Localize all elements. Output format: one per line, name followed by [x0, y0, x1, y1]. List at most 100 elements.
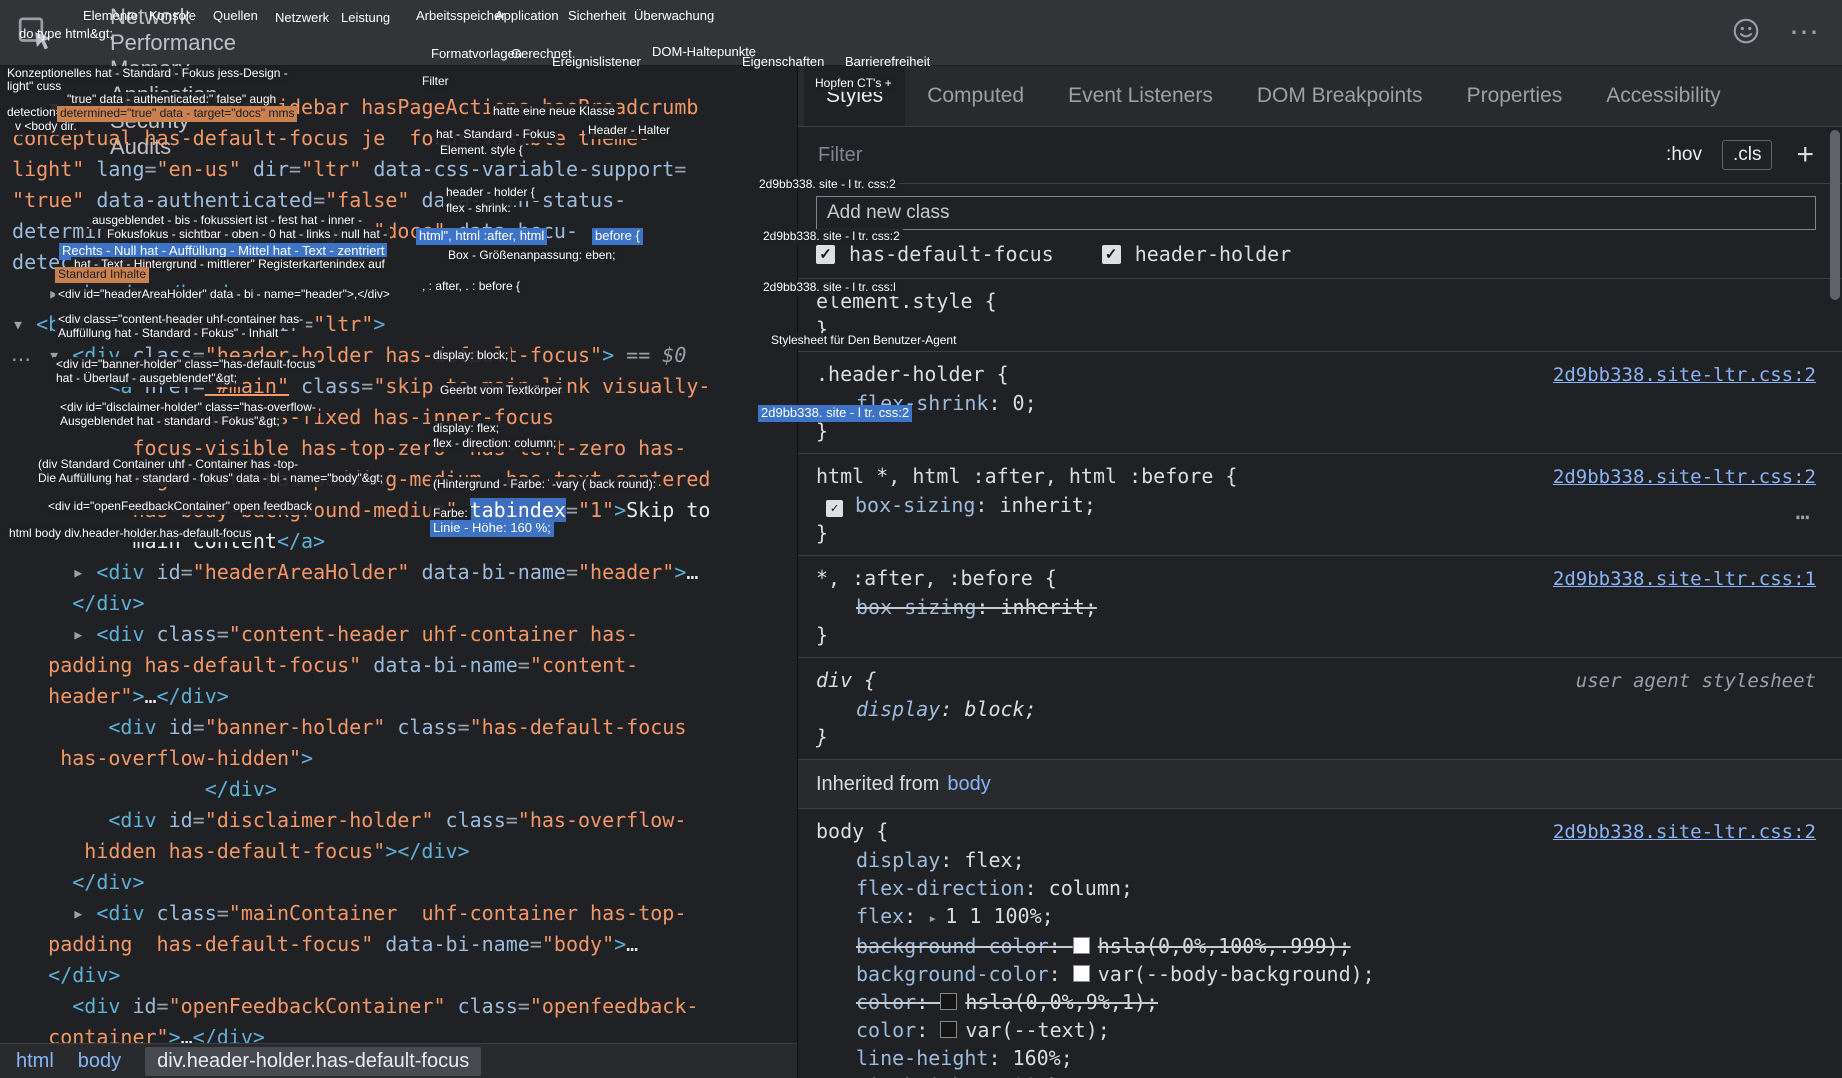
css-rule: div { user agent stylesheetdisplay: block…: [798, 658, 1842, 760]
css-property[interactable]: background-color: hsla(0,0%,100%,.999);: [798, 932, 1842, 960]
expand-value-icon[interactable]: ▸: [928, 909, 937, 927]
dom-tree-line[interactable]: <a href="#main" class="skip-to-main-link…: [0, 371, 797, 402]
css-selector[interactable]: div {: [816, 666, 876, 694]
dom-tree-line[interactable]: has-body-background-medium" tabindex="1"…: [0, 495, 797, 526]
rule-more-actions-icon[interactable]: ⋯: [1796, 505, 1812, 529]
dom-tree-line[interactable]: "true" data-authenticated="false" data-a…: [0, 185, 797, 216]
css-property[interactable]: flex: ▸1 1 100%;: [798, 902, 1842, 932]
css-property[interactable]: color: hsla(0,0%,9%,1);: [798, 988, 1842, 1016]
class-toggle-header-holder[interactable]: ✓ header-holder: [1102, 242, 1292, 266]
dom-tree-line[interactable]: right-zero has-padding-medium has-text-c…: [0, 464, 797, 495]
stylesheet-link[interactable]: 2d9bb338.site-ltr.css:2: [1553, 463, 1816, 491]
dom-tree-line[interactable]: conceptual has-default-focus je focus-vi…: [0, 123, 797, 154]
color-swatch[interactable]: [1073, 937, 1090, 954]
dom-tree-line[interactable]: ▸ <div class="mainContainer uhf-containe…: [0, 898, 797, 929]
css-rule-close-brace: }: [798, 519, 1842, 547]
tab-dom-breakpoints[interactable]: DOM Breakpoints: [1235, 66, 1445, 126]
dom-tree-line[interactable]: hidden has-default-focus"></div>: [0, 836, 797, 867]
css-property-name: color: [856, 1018, 916, 1042]
dom-tree-line[interactable]: ▸ <head>…</head>: [0, 278, 797, 309]
css-property[interactable]: box-sizing: inherit;: [798, 593, 1842, 621]
css-property[interactable]: color: var(--text);: [798, 1016, 1842, 1044]
stylesheet-link[interactable]: 2d9bb338.site-ltr.css:2: [1553, 361, 1816, 389]
add-new-class-input[interactable]: [816, 196, 1816, 230]
dom-tree-line[interactable]: ▾ <html class="hasSidebar hasPageActions…: [0, 92, 797, 123]
tab-styles[interactable]: Styles: [804, 66, 905, 126]
css-property-value: 100vh: [1001, 1074, 1061, 1078]
css-property[interactable]: display: flex;: [798, 846, 1842, 874]
tab-event-listeners[interactable]: Event Listeners: [1046, 66, 1235, 126]
css-selector[interactable]: .header-holder {: [816, 360, 1009, 388]
breadcrumb-item-html[interactable]: html: [16, 1050, 54, 1073]
css-property[interactable]: flex-direction: column;: [798, 874, 1842, 902]
toggle-element-state-button[interactable]: :hov: [1666, 144, 1702, 166]
dom-tree-line[interactable]: -focused is-fixed has-inner-focus: [0, 402, 797, 433]
dom-tree-line[interactable]: ▾ <body lang="en-us" dir="ltr">: [0, 309, 797, 340]
tab-computed[interactable]: Computed: [905, 66, 1046, 126]
dom-tree-line[interactable]: determined="true" data-target="docs" dat…: [0, 216, 797, 247]
checkbox-checked-icon[interactable]: ✓: [1102, 245, 1121, 264]
devtools-tab-network[interactable]: Network: [110, 4, 238, 30]
css-property[interactable]: min-height: 100vh;: [798, 1072, 1842, 1078]
css-property-value: var(--text): [965, 1018, 1097, 1042]
css-selector[interactable]: body {: [816, 817, 888, 845]
css-selector[interactable]: element.style {: [816, 287, 997, 315]
css-property[interactable]: flex-shrink: 0;: [798, 389, 1842, 417]
inherited-from-node-link[interactable]: body: [947, 773, 990, 795]
css-property[interactable]: background-color: var(--body-background)…: [798, 960, 1842, 988]
dom-tree-line[interactable]: main content</a>: [0, 526, 797, 557]
devtools-toolbar: ElementsConsoleSourcesNetworkPerformance…: [0, 0, 1842, 66]
css-selector[interactable]: *, :after, :before {: [816, 564, 1057, 592]
dom-tree-line[interactable]: </div>: [0, 867, 797, 898]
inspect-element-icon[interactable]: [16, 12, 56, 54]
dom-tree-line[interactable]: header">…</div>: [0, 681, 797, 712]
dom-tree-line[interactable]: padding has-default-focus" data-bi-name=…: [0, 929, 797, 960]
css-property-value: 160%: [1013, 1046, 1061, 1070]
class-toggle-has-default-focus[interactable]: ✓has-default-focus: [816, 242, 1054, 266]
css-property[interactable]: line-height: 160%;: [798, 1044, 1842, 1072]
color-swatch[interactable]: [940, 1021, 957, 1038]
dom-tree-line[interactable]: ▸ <div id="headerAreaHolder" data-bi-nam…: [0, 557, 797, 588]
property-checkbox[interactable]: ✓: [826, 500, 843, 517]
scrollbar-thumb[interactable]: [1830, 130, 1840, 300]
devtools-tab-performance[interactable]: Performance: [110, 30, 238, 56]
class-toggle-label: header-holder: [1135, 242, 1292, 266]
css-property-name: background-color: [856, 934, 1049, 958]
css-property-value: column: [1049, 876, 1121, 900]
dom-tree-line[interactable]: ▾ <div class="header-holder has-default-…: [0, 340, 797, 371]
dom-tree-line[interactable]: detection="none">: [0, 247, 797, 278]
tab-properties[interactable]: Properties: [1445, 66, 1585, 126]
checkbox-checked-icon[interactable]: ✓: [816, 245, 835, 264]
dom-tree-line[interactable]: </div>: [0, 774, 797, 805]
stylesheet-link[interactable]: 2d9bb338.site-ltr.css:2: [1553, 818, 1816, 846]
tab-accessibility[interactable]: Accessibility: [1584, 66, 1742, 126]
dom-tree-line[interactable]: <div id="disclaimer-holder" class="has-o…: [0, 805, 797, 836]
styles-filter-input[interactable]: [816, 143, 1646, 168]
css-rule-header: .header-holder { 2d9bb338.site-ltr.css:2: [798, 360, 1842, 389]
dom-tree-line[interactable]: focus-visible has-top-zero has-left-zero…: [0, 433, 797, 464]
breadcrumb-item-div-header-holder-has-default-focus[interactable]: div.header-holder.has-default-focus: [145, 1047, 481, 1076]
more-options-icon[interactable]: ⋯: [1789, 18, 1820, 48]
color-swatch[interactable]: [1073, 965, 1090, 982]
css-rule: body { 2d9bb338.site-ltr.css:2display: fl…: [798, 809, 1842, 1078]
styles-scrollbar[interactable]: [1830, 130, 1840, 690]
css-selector[interactable]: html *, html :after, html :before {: [816, 462, 1237, 490]
user-agent-stylesheet-label: user agent stylesheet: [1576, 667, 1816, 695]
dom-tree-line[interactable]: light" lang="en-us" dir="ltr" data-css-v…: [0, 154, 797, 185]
dom-tree-line[interactable]: <div id="banner-holder" class="has-defau…: [0, 712, 797, 743]
element-classes-button[interactable]: .cls: [1722, 140, 1773, 170]
dom-tree-line[interactable]: padding has-default-focus" data-bi-name=…: [0, 650, 797, 681]
breadcrumb-item-body[interactable]: body: [78, 1050, 121, 1073]
dom-tree-line[interactable]: </div>: [0, 960, 797, 991]
color-swatch[interactable]: [940, 993, 957, 1010]
dom-tree-line[interactable]: has-overflow-hidden">: [0, 743, 797, 774]
feedback-smiley-icon[interactable]: [1731, 16, 1761, 51]
css-property[interactable]: display: block;: [798, 695, 1842, 723]
new-style-rule-button[interactable]: +: [1796, 140, 1814, 170]
stylesheet-link[interactable]: 2d9bb338.site-ltr.css:1: [1553, 565, 1816, 593]
dom-tree-line[interactable]: </div>: [0, 588, 797, 619]
css-property[interactable]: ✓box-sizing: inherit;: [798, 491, 1842, 519]
dom-tree-line[interactable]: ▸ <div class="content-header uhf-contain…: [0, 619, 797, 650]
css-rule-close-brace: }: [798, 315, 1842, 343]
dom-tree-line[interactable]: <div id="openFeedbackContainer" class="o…: [0, 991, 797, 1022]
